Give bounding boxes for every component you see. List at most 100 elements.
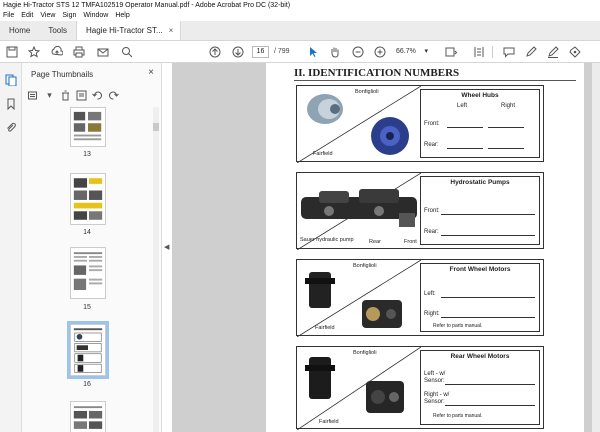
front-right-field[interactable] (488, 127, 524, 128)
image-label-front: Front (404, 239, 417, 245)
zoom-out-icon[interactable] (351, 45, 365, 59)
document-scrollbar[interactable] (592, 63, 600, 432)
form-title: Rear Wheel Motors (450, 353, 510, 360)
page-thumbnail-13[interactable] (70, 107, 106, 147)
fairfield-rear-motor-image (366, 381, 404, 413)
bookmark-icon[interactable] (4, 97, 18, 111)
previous-page-icon[interactable] (208, 45, 222, 59)
next-page-icon[interactable] (231, 45, 245, 59)
thumbnail-options-icon[interactable] (28, 90, 39, 101)
image-label-bonfiglioli: Bonfiglioli (353, 263, 377, 269)
zoom-in-icon[interactable] (373, 45, 387, 59)
bookmark-star-icon[interactable] (27, 45, 41, 59)
thumbnail-15-preview (73, 252, 103, 290)
panel-toolbar: ▾ (28, 88, 119, 102)
menu-view[interactable]: View (40, 11, 55, 21)
rear-pump-field[interactable] (441, 235, 535, 236)
row-right-w: Right - w/ (424, 392, 450, 398)
save-icon[interactable] (5, 45, 19, 59)
window-title: Hagie Hi-Tractor STS 12 TMFA102519 Opera… (0, 0, 600, 11)
insert-pages-icon[interactable] (76, 90, 87, 101)
toolbar-divider (492, 46, 493, 58)
image-label-fairfield: Fairfield (315, 325, 335, 331)
scroll-mode-icon[interactable] (472, 45, 486, 59)
zoom-level-select[interactable]: 66.7% ▾ (394, 46, 430, 58)
mail-icon[interactable] (96, 45, 110, 59)
menu-help[interactable]: Help (115, 11, 129, 21)
column-left: Left (457, 103, 468, 109)
page-thumbnail-15[interactable] (70, 247, 106, 299)
print-icon[interactable] (72, 45, 86, 59)
rear-right-motor-field[interactable] (445, 405, 535, 406)
page-thumbnail-14[interactable] (70, 173, 106, 225)
page-thumbnails-icon[interactable] (4, 73, 18, 87)
hand-tool-icon[interactable] (328, 45, 342, 59)
parts-manual-note: Refer to parts manual. (433, 413, 483, 419)
row-left-w: Left - w/ (424, 371, 446, 377)
delete-page-icon[interactable] (60, 90, 71, 101)
image-label-bonfiglioli: Bonfiglioli (355, 89, 379, 95)
left-navigation-rail (0, 63, 22, 432)
close-icon[interactable]: × (148, 67, 154, 78)
comment-icon[interactable] (502, 45, 516, 59)
fairfield-hub-image (371, 117, 409, 155)
row-front: Front: (424, 121, 440, 127)
bonfiglioli-hub-image (307, 94, 343, 124)
tab-bar: Home Tools Hagie Hi-Tractor ST... × (0, 21, 600, 41)
page-thumbnail-16[interactable] (70, 324, 106, 376)
thumbnail-label-14: 14 (83, 229, 91, 236)
workspace: Page Thumbnails × ▾ 13 14 15 16 ◀ II. ID… (0, 63, 600, 432)
menu-file[interactable]: File (3, 11, 14, 21)
fill-sign-icon[interactable] (568, 45, 582, 59)
image-label-sauer-pump: Sauer hydraulic pump (300, 237, 354, 243)
form-title: Hydrostatic Pumps (450, 179, 510, 186)
image-label-fairfield: Fairfield (319, 419, 339, 425)
highlight-pen-icon[interactable] (524, 45, 538, 59)
menu-window[interactable]: Window (83, 11, 108, 21)
pdf-page: II. IDENTIFICATION NUMBERS Bonfiglioli F… (266, 63, 584, 432)
front-pump-field[interactable] (441, 214, 535, 215)
page-display-icon[interactable] (444, 45, 458, 59)
attachment-icon[interactable] (4, 121, 18, 135)
tab-document[interactable]: Hagie Hi-Tractor ST... × (76, 21, 182, 41)
page-total: / 799 (274, 48, 290, 55)
row-left: Left: (424, 291, 436, 297)
search-icon[interactable] (120, 45, 134, 59)
rear-left-motor-field[interactable] (445, 384, 535, 385)
front-right-motor-field[interactable] (441, 317, 535, 318)
page-number-input[interactable]: 16 (252, 46, 269, 58)
draw-icon[interactable] (546, 45, 560, 59)
close-tab-icon[interactable]: × (169, 21, 174, 41)
upload-icon[interactable] (50, 45, 64, 59)
tab-tools[interactable]: Tools (39, 21, 76, 40)
thumbnail-14-preview (73, 178, 103, 220)
row-right: Right: (424, 311, 440, 317)
rear-wheel-motors-box: Bonfiglioli Fairfield Rear Wheel Motors … (296, 346, 544, 430)
menu-edit[interactable]: Edit (21, 11, 33, 21)
thumbnail-scrollbar[interactable] (153, 107, 159, 432)
hydrostatic-pumps-box: Sauer hydraulic pump Rear Front Hydrosta… (296, 172, 544, 250)
chevron-down-icon[interactable]: ▾ (44, 90, 55, 101)
column-right: Right (501, 103, 516, 109)
front-left-field[interactable] (447, 127, 483, 128)
scrollbar-thumb[interactable] (153, 123, 159, 131)
row-right-sensor: Sensor: (424, 399, 445, 405)
rotate-clockwise-icon[interactable] (108, 90, 119, 101)
tab-home[interactable]: Home (0, 21, 39, 40)
collapse-panel-icon[interactable]: ◀ (164, 243, 169, 251)
select-cursor-icon[interactable] (306, 45, 320, 59)
rear-right-field[interactable] (488, 148, 524, 149)
rotate-counterclockwise-icon[interactable] (92, 90, 103, 101)
front-left-motor-field[interactable] (441, 297, 535, 298)
menu-sign[interactable]: Sign (62, 11, 76, 21)
front-wheel-motors-box: Bonfiglioli Fairfield Front Wheel Motors… (296, 259, 544, 337)
thumbnail-13-preview (73, 111, 102, 141)
rear-left-field[interactable] (447, 148, 483, 149)
image-label-fairfield: Fairfield (313, 151, 333, 157)
fairfield-motor-image (362, 300, 402, 328)
rear-wheel-motors-form: Rear Wheel Motors Left - w/ Sensor: Righ… (420, 350, 540, 425)
thumbnail-list: 13 14 15 16 (22, 107, 152, 432)
page-thumbnail-17[interactable] (70, 401, 106, 432)
wheel-hubs-form: Wheel Hubs Left Right Front: Rear: (420, 89, 540, 158)
hydrostatic-pumps-form: Hydrostatic Pumps Front: Rear: (420, 176, 540, 245)
